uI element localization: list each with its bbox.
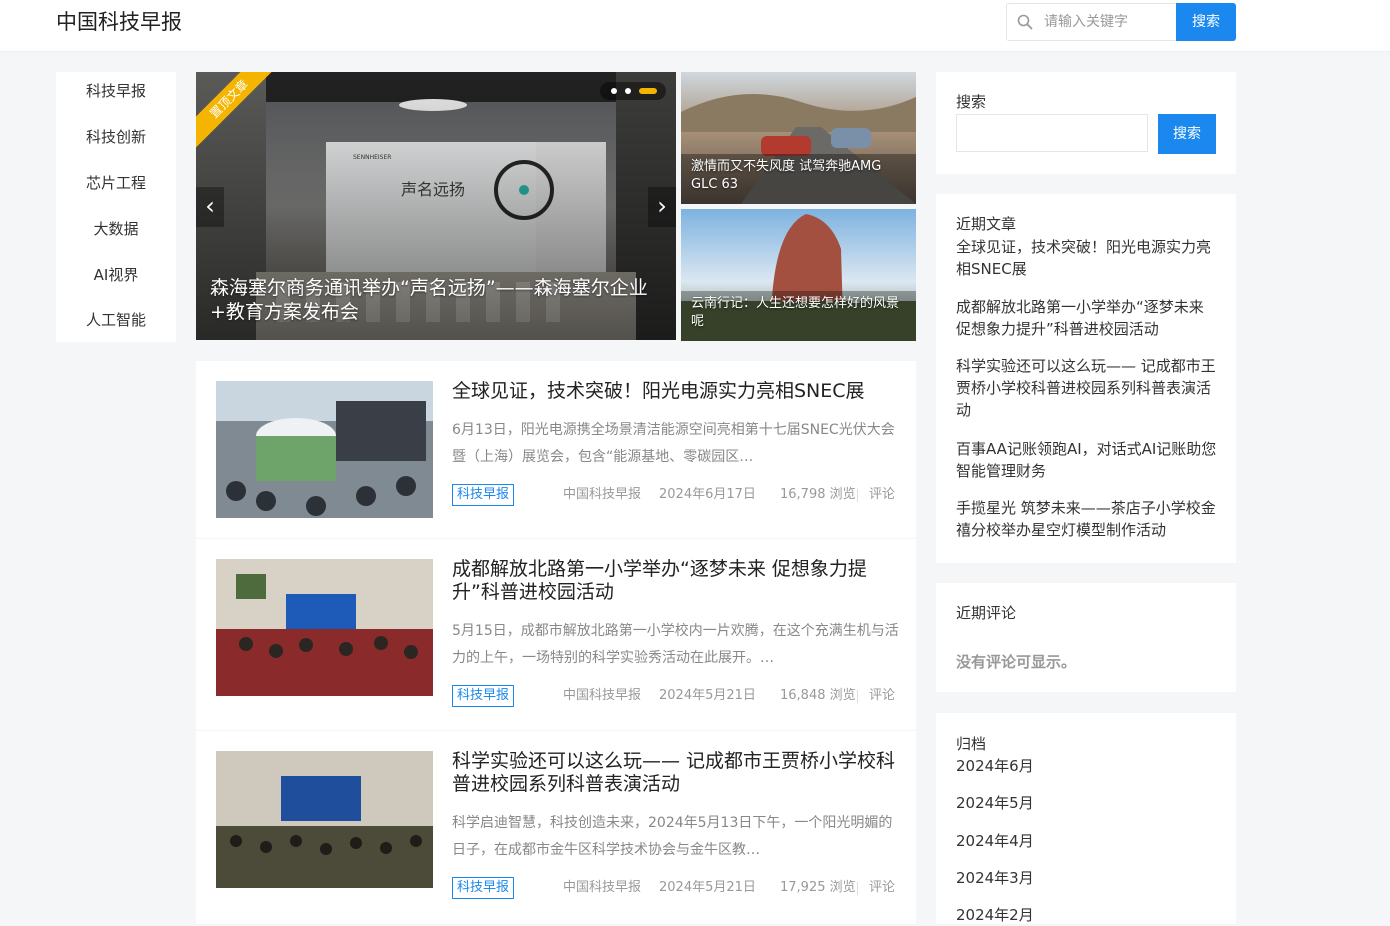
widget-title: 近期评论 (956, 604, 1017, 622)
archive-link[interactable]: 2024年4月 (956, 830, 1218, 852)
post-excerpt: 科学启迪智慧，科技创造未来，2024年5月13日下午，一个阳光明媚的日子，在成都… (452, 815, 893, 858)
post-meta: 科技早报 中国科技早报 2024年5月21日 17,925 浏览 评论 (452, 877, 896, 899)
meta-divider (857, 690, 858, 703)
sidebar-search-input[interactable] (956, 114, 1148, 152)
post-comments[interactable]: 评论 (869, 877, 895, 899)
search-icon (1017, 14, 1033, 30)
widget-title: 近期文章 (956, 215, 1017, 233)
nav-item[interactable]: 大数据 (56, 219, 176, 239)
nav-item[interactable]: 科技创新 (56, 127, 176, 147)
category-tag[interactable]: 科技早报 (452, 484, 515, 506)
slider-dots (600, 82, 666, 100)
slider-dot[interactable] (625, 88, 631, 94)
post-date: 2024年5月21日 (659, 880, 756, 895)
widget-title: 归档 (956, 735, 987, 753)
post-title[interactable]: 成都解放北路第一小学举办“逐梦未来 促想象力提升”科普进校园活动 (452, 558, 902, 604)
site-title[interactable]: 中国科技早报 (56, 8, 182, 36)
card-caption: 激情而又不失风度 试驾奔驰AMG GLC 63 (691, 159, 882, 192)
featured-slider[interactable]: 声名远扬 SENNHEISER 置顶文章 ‹ › 森海塞尔商务通讯举办“声名远扬… (196, 72, 676, 340)
post-item: 成都解放北路第一小学举办“逐梦未来 促想象力提升”科普进校园活动 5月15日，成… (196, 539, 916, 730)
archive-link[interactable]: 2024年3月 (956, 867, 1218, 889)
post-author[interactable]: 中国科技早报 (563, 484, 641, 506)
search-button[interactable]: 搜索 (1176, 3, 1236, 41)
nav-item[interactable]: AI视界 (56, 265, 176, 285)
recent-post-link[interactable]: 全球见证，技术突破！阳光电源实力亮相SNEC展 (956, 236, 1218, 280)
post-views: 16,848 浏览 (780, 688, 856, 703)
featured-card[interactable]: 激情而又不失风度 试驾奔驰AMG GLC 63 (681, 72, 916, 204)
slider-dot-active[interactable] (639, 88, 657, 94)
archive-link[interactable]: 2024年5月 (956, 792, 1218, 814)
category-nav: 科技早报 科技创新 芯片工程 大数据 AI视界 人工智能 (56, 72, 176, 342)
nav-item[interactable]: 人工智能 (56, 310, 176, 330)
recent-posts-widget: 近期文章 全球见证，技术突破！阳光电源实力亮相SNEC展 成都解放北路第一小学举… (936, 194, 1236, 563)
post-excerpt: 5月15日，成都市解放北路第一小学校内一片欢腾，在这个充满生机与活力的上午，一场… (452, 623, 899, 666)
site-header: 中国科技早报 请输入关键字 搜索 (0, 0, 1390, 52)
meta-divider (857, 882, 858, 895)
chevron-right-icon[interactable]: › (648, 187, 676, 227)
no-comments-text: 没有评论可显示。 (956, 653, 1077, 671)
chevron-left-icon[interactable]: ‹ (196, 187, 224, 227)
meta-divider (857, 489, 858, 502)
widget-title: 搜索 (956, 93, 987, 111)
post-thumbnail[interactable] (216, 751, 433, 888)
post-author[interactable]: 中国科技早报 (563, 685, 641, 707)
post-title[interactable]: 科学实验还可以这么玩—— 记成都市王贾桥小学校科普进校园系列科普表演活动 (452, 750, 902, 796)
card-caption: 云南行记：人生还想要怎样好的风景呢 (691, 296, 900, 329)
archive-link[interactable]: 2024年2月 (956, 904, 1218, 926)
post-thumbnail[interactable] (216, 559, 433, 696)
post-author[interactable]: 中国科技早报 (563, 877, 641, 899)
nav-item[interactable]: 科技早报 (56, 81, 176, 101)
recent-post-link[interactable]: 成都解放北路第一小学举办“逐梦未来 促想象力提升”科普进校园活动 (956, 296, 1218, 340)
featured-card[interactable]: 云南行记：人生还想要怎样好的风景呢 (681, 209, 916, 341)
post-date: 2024年5月21日 (659, 688, 756, 703)
recent-comments-widget: 近期评论 没有评论可显示。 (936, 583, 1236, 692)
slide-caption[interactable]: 森海塞尔商务通讯举办“声名远扬”——森海塞尔企业+教育方案发布会 (210, 276, 660, 324)
category-tag[interactable]: 科技早报 (452, 877, 515, 899)
slider-dot[interactable] (611, 88, 617, 94)
archive-link[interactable]: 2024年6月 (956, 755, 1218, 777)
nav-item[interactable]: 芯片工程 (56, 173, 176, 193)
recent-post-link[interactable]: 手揽星光 筑梦未来——茶店子小学校金禧分校举办星空灯模型制作活动 (956, 497, 1218, 541)
recent-post-link[interactable]: 百事AA记账领跑AI，对话式AI记账助您智能管理财务 (956, 438, 1218, 482)
post-views: 17,925 浏览 (780, 880, 856, 895)
post-item: 科学实验还可以这么玩—— 记成都市王贾桥小学校科普进校园系列科普表演活动 科学启… (196, 731, 916, 924)
header-search: 请输入关键字 搜索 (1006, 3, 1236, 41)
category-tag[interactable]: 科技早报 (452, 685, 515, 707)
search-input[interactable]: 请输入关键字 (1044, 4, 1128, 40)
sidebar-search-button[interactable]: 搜索 (1158, 114, 1216, 154)
post-views: 16,798 浏览 (780, 487, 856, 502)
post-thumbnail[interactable] (216, 381, 433, 518)
recent-post-link[interactable]: 科学实验还可以这么玩—— 记成都市王贾桥小学校科普进校园系列科普表演活动 (956, 355, 1218, 421)
search-widget: 搜索 搜索 (936, 72, 1236, 174)
post-comments[interactable]: 评论 (869, 685, 895, 707)
post-excerpt: 6月13日，阳光电源携全场景清洁能源空间亮相第十七届SNEC光伏大会暨（上海）展… (452, 422, 895, 465)
slide-image-logo: SENNHEISER (353, 154, 392, 161)
archive-widget: 归档 2024年6月 2024年5月 2024年4月 2024年3月 2024年… (936, 713, 1236, 924)
post-date: 2024年6月17日 (659, 487, 756, 502)
slide-image-text: 声名远扬 (401, 180, 466, 199)
post-item: 全球见证，技术突破！阳光电源实力亮相SNEC展 6月13日，阳光电源携全场景清洁… (196, 361, 916, 538)
post-comments[interactable]: 评论 (869, 484, 895, 506)
post-meta: 科技早报 中国科技早报 2024年6月17日 16,798 浏览 评论 (452, 484, 896, 506)
post-title[interactable]: 全球见证，技术突破！阳光电源实力亮相SNEC展 (452, 380, 902, 403)
post-meta: 科技早报 中国科技早报 2024年5月21日 16,848 浏览 评论 (452, 685, 896, 707)
